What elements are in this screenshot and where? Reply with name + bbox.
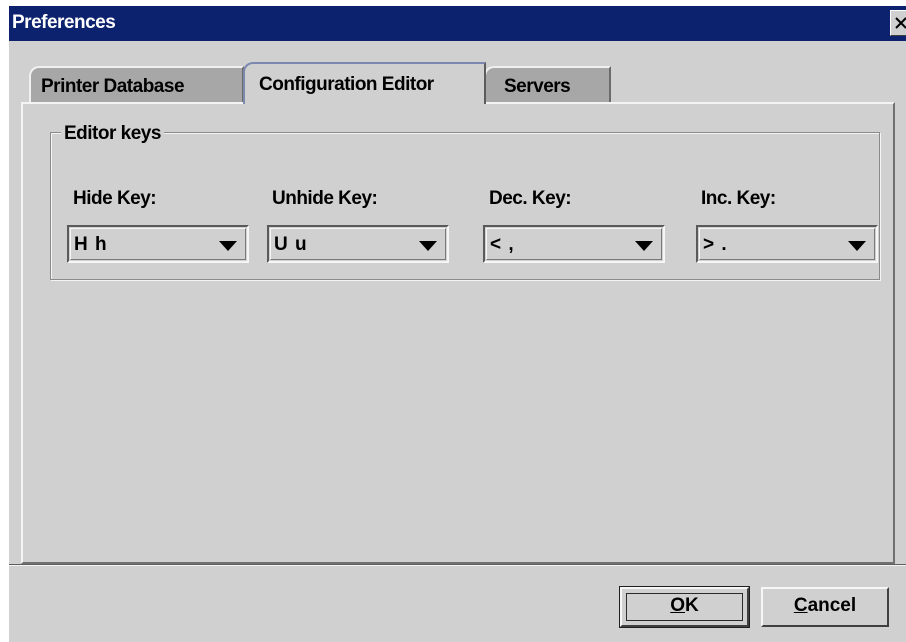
focus-ring <box>626 593 743 621</box>
chevron-down-icon <box>635 241 653 251</box>
hide-key-dropdown[interactable]: H h <box>67 225 249 263</box>
inc-key-label: Inc. Key: <box>701 188 776 209</box>
tab-label: Servers <box>504 76 571 97</box>
editor-keys-group: Editor keys Hide Key: Unhide Key: Dec. K… <box>50 123 880 280</box>
inc-key-dropdown[interactable]: > . <box>696 225 878 263</box>
tab-servers[interactable]: Servers <box>484 66 611 104</box>
tab-configuration-editor[interactable]: Configuration Editor <box>243 62 486 104</box>
chevron-down-icon <box>419 241 437 251</box>
unhide-key-label: Unhide Key: <box>272 188 378 209</box>
tab-label: Printer Database <box>41 76 185 97</box>
cancel-button[interactable]: Cancel <box>761 587 889 627</box>
unhide-key-dropdown[interactable]: U u <box>267 225 449 263</box>
hide-key-label: Hide Key: <box>73 188 157 209</box>
dropdown-value: U u <box>274 234 308 255</box>
close-button[interactable] <box>890 10 906 36</box>
tab-label: Configuration Editor <box>259 74 434 95</box>
ok-button[interactable]: OK <box>619 586 750 628</box>
dec-key-label: Dec. Key: <box>489 188 572 209</box>
preferences-dialog: Preferences Printer Database Configurati… <box>9 6 906 642</box>
dropdown-value: H h <box>74 234 108 255</box>
dropdown-value: < , <box>490 234 515 255</box>
dec-key-dropdown[interactable]: < , <box>483 225 665 263</box>
dropdown-value: > . <box>703 234 728 255</box>
group-title: Editor keys <box>61 123 164 145</box>
chevron-down-icon <box>219 241 237 251</box>
chevron-down-icon <box>848 241 866 251</box>
close-icon <box>895 17 906 29</box>
title-bar[interactable]: Preferences <box>9 6 906 41</box>
configuration-editor-panel: Editor keys Hide Key: Unhide Key: Dec. K… <box>21 102 895 564</box>
separator-highlight <box>9 565 906 566</box>
tab-printer-database[interactable]: Printer Database <box>29 66 244 104</box>
window-title: Preferences <box>12 12 116 33</box>
cancel-label: ancel <box>807 595 857 616</box>
cancel-mnemonic: C <box>793 595 808 616</box>
